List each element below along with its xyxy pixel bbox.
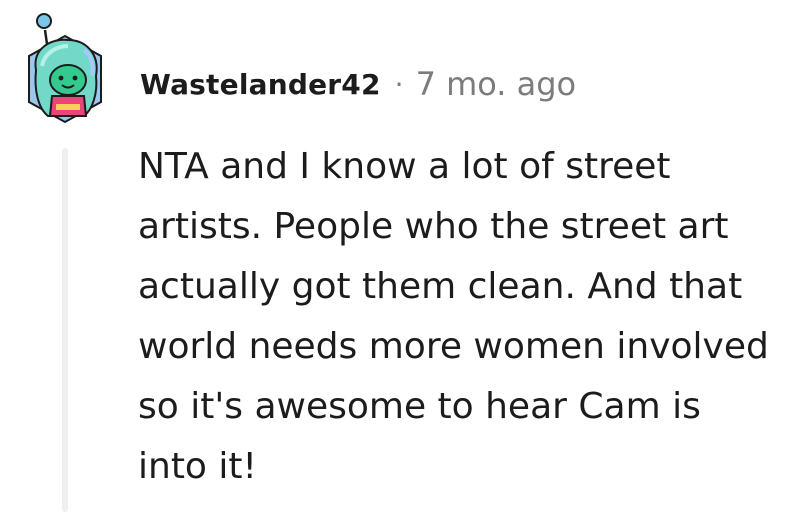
snoo-avatar-icon[interactable]	[22, 10, 108, 126]
comment: Wastelander42 · 7 mo. ago NTA and I know…	[0, 0, 785, 512]
comment-meta: Wastelander42 · 7 mo. ago	[140, 64, 576, 104]
thread-line[interactable]	[62, 148, 68, 512]
meta-separator: ·	[394, 67, 404, 101]
comment-body: NTA and I know a lot of street artists. …	[138, 146, 769, 487]
comment-timestamp[interactable]: 7 mo. ago	[416, 65, 577, 103]
author-username[interactable]: Wastelander42	[140, 68, 381, 101]
